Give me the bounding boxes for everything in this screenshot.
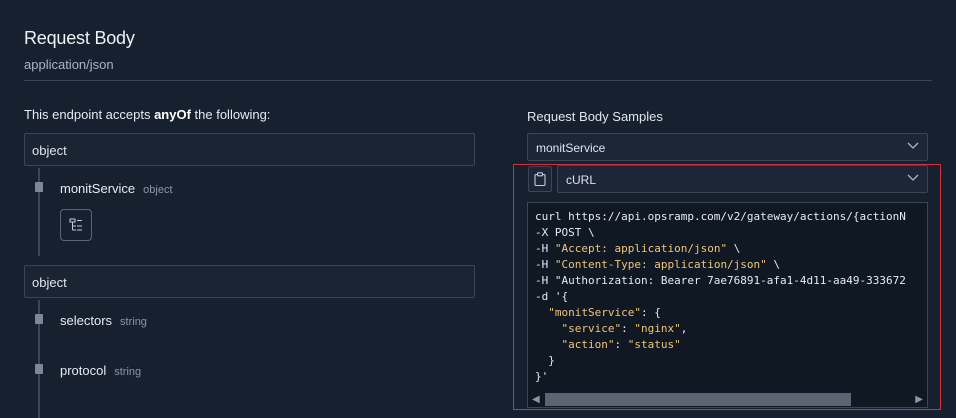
language-select[interactable]: cURL xyxy=(557,165,928,193)
code-line: -H "Accept: application/json" \ xyxy=(535,242,741,255)
sample-select[interactable]: monitService xyxy=(527,133,928,161)
accepts-suffix: the following: xyxy=(190,107,271,122)
accepts-prefix: This endpoint accepts xyxy=(24,107,155,122)
property-name: protocol xyxy=(60,363,107,378)
code-line: -H "Authorization: Bearer 7ae76891-afa1-… xyxy=(535,274,906,287)
chevron-down-icon xyxy=(907,142,919,149)
property-type: string xyxy=(120,316,147,328)
scroll-left-icon[interactable]: ◀ xyxy=(532,394,540,405)
language-select-value: cURL xyxy=(566,173,597,187)
tree-expand-icon[interactable] xyxy=(60,209,92,241)
tree-node-icon xyxy=(35,182,43,192)
tree-node-icon xyxy=(35,314,43,324)
horizontal-scrollbar[interactable]: ◀ ▶ xyxy=(528,391,927,407)
sample-select-value: monitService xyxy=(536,141,606,155)
property-monitservice: monitService object xyxy=(60,181,173,196)
clipboard-icon[interactable] xyxy=(528,166,552,192)
schema-object-1[interactable]: object xyxy=(24,133,475,166)
divider xyxy=(24,80,932,81)
property-name: monitService xyxy=(60,181,136,196)
code-line: "monitService": { xyxy=(548,306,661,319)
property-type: string xyxy=(114,366,142,378)
code-line: -H "Content-Type: application/json" \ xyxy=(535,258,781,271)
schema-object-2[interactable]: object xyxy=(24,265,475,298)
code-sample[interactable]: curl https://api.opsramp.com/v2/gateway/… xyxy=(527,202,928,408)
accepts-keyword: anyOf xyxy=(154,107,191,122)
tree-node-icon xyxy=(35,364,43,374)
code-line: "service": "nginx", xyxy=(561,322,688,335)
code-line: }' xyxy=(535,370,549,383)
accepts-text: This endpoint accepts anyOf the followin… xyxy=(24,106,476,124)
samples-label: Request Body Samples xyxy=(527,109,663,124)
content-type: application/json xyxy=(24,57,114,72)
scroll-thumb[interactable] xyxy=(545,393,851,406)
property-name: selectors xyxy=(60,313,113,328)
property-protocol: protocol string xyxy=(60,363,141,378)
code-line: curl https://api.opsramp.com/v2/gateway/… xyxy=(535,210,906,223)
property-type: object xyxy=(143,184,173,196)
code-line: } xyxy=(535,354,555,367)
request-body-header: Request Body application/json xyxy=(24,28,932,72)
section-title: Request Body xyxy=(24,28,135,48)
chevron-down-icon xyxy=(907,174,919,181)
code-text: curl https://api.opsramp.com/v2/gateway/… xyxy=(528,203,927,385)
code-line: "action": "status" xyxy=(561,338,681,351)
code-line: -d '{ xyxy=(535,290,569,303)
property-selectors: selectors string xyxy=(60,313,147,328)
scroll-right-icon[interactable]: ▶ xyxy=(915,394,923,405)
code-line: -X POST \ xyxy=(535,226,595,239)
